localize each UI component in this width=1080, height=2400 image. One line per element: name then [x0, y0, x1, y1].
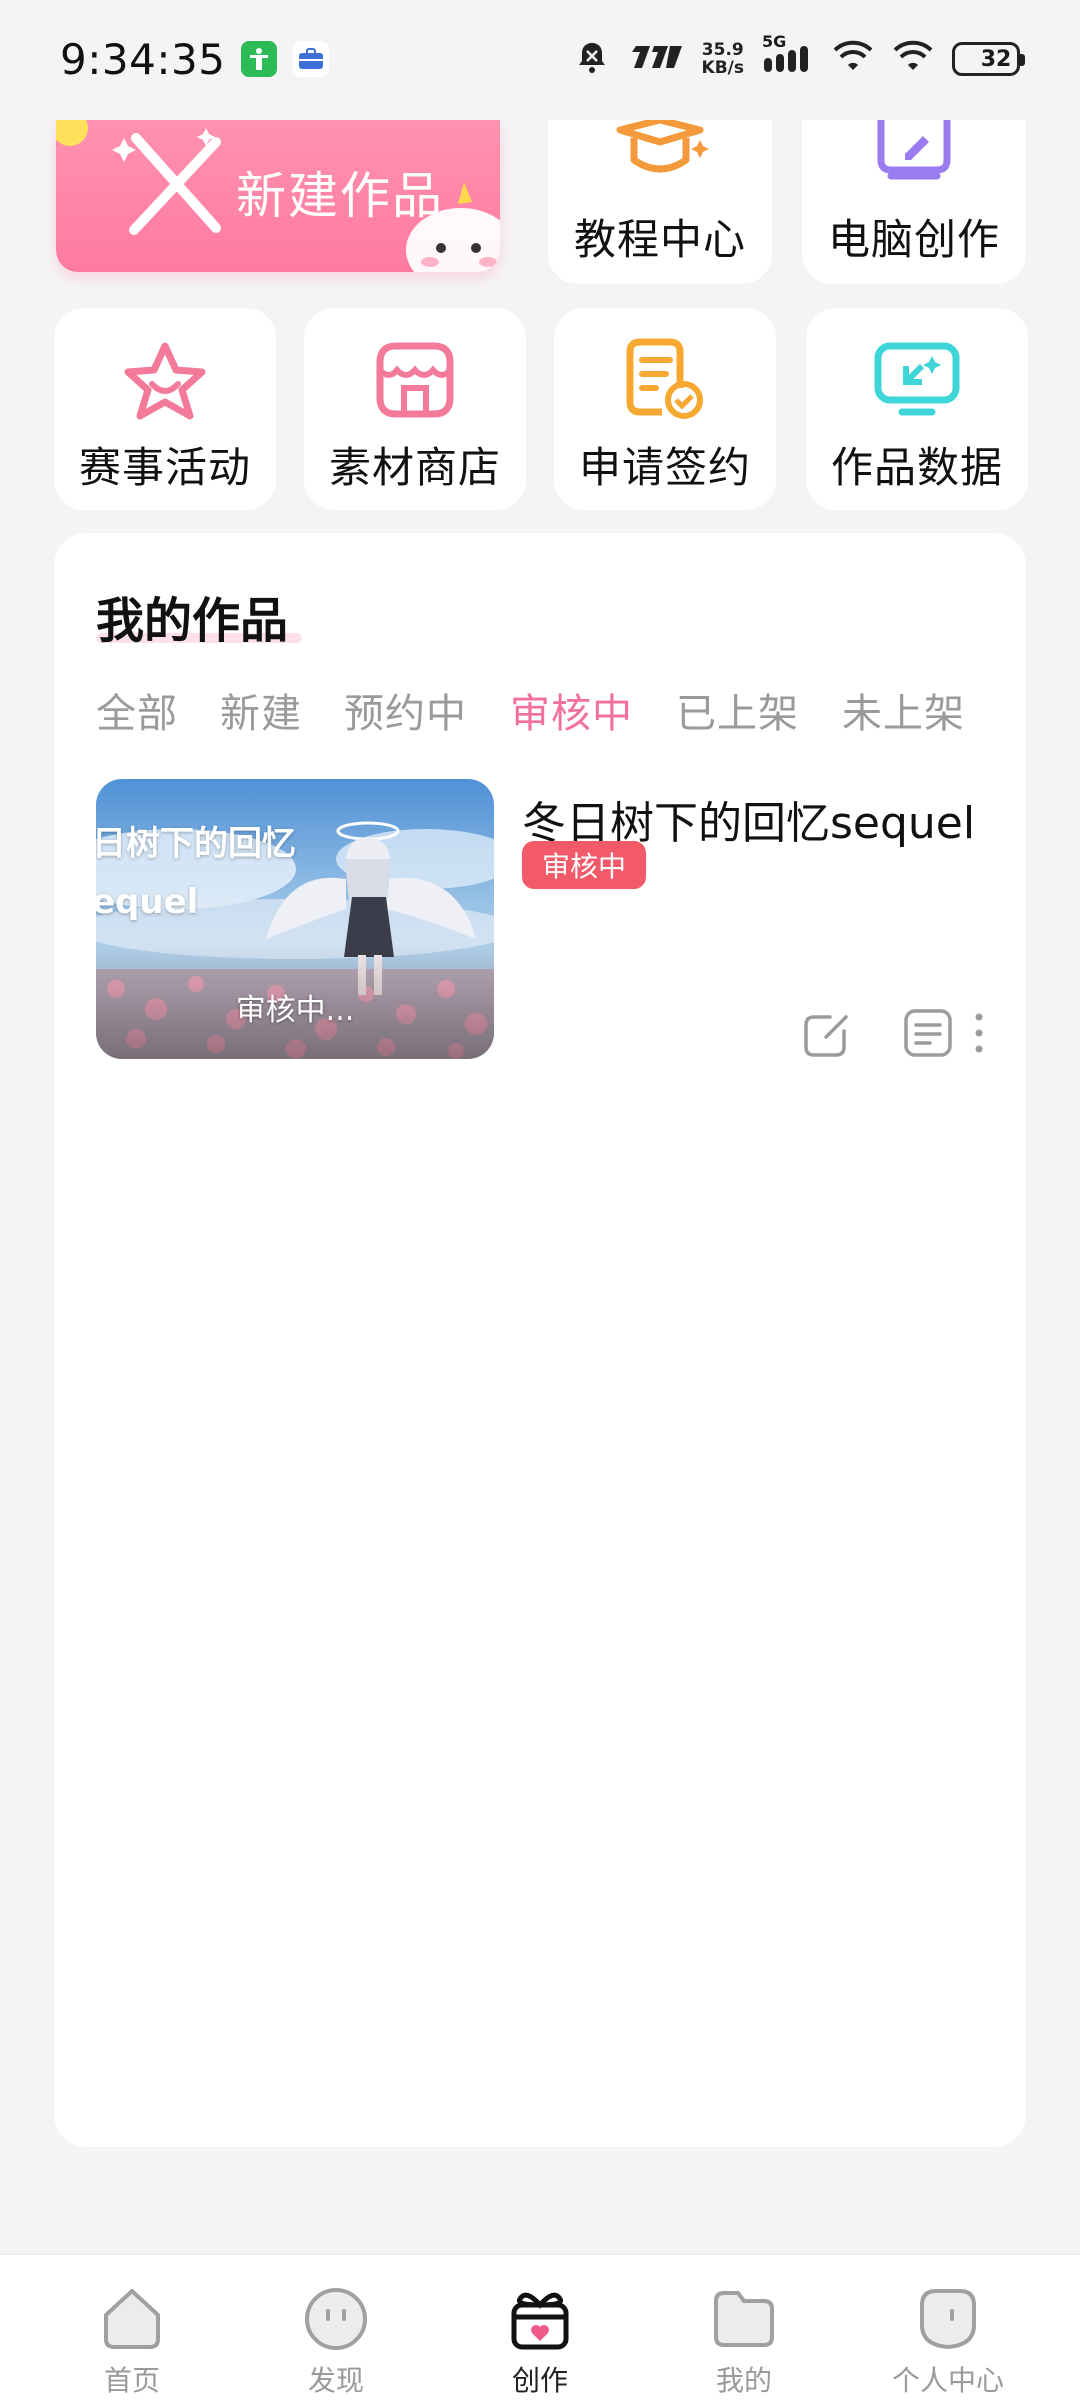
pc-create-button[interactable]: 电脑创作 [802, 120, 1026, 284]
tab-published[interactable]: 已上架 [676, 681, 799, 739]
nav-create[interactable]: 创作 [460, 2255, 620, 2400]
net-speed: 35.9 KB/s [702, 41, 744, 77]
work-item[interactable]: 日树下的回忆 equel 审核中... 冬日树下的回忆sequel 审核中 [96, 779, 984, 1061]
nav-profile[interactable]: 个人中心 [868, 2255, 1028, 2400]
briefcase-icon [293, 41, 330, 77]
analytics-screen-icon [872, 340, 962, 424]
details-list-icon[interactable] [902, 1007, 954, 1063]
tab-new[interactable]: 新建 [220, 681, 302, 739]
document-check-icon [620, 338, 710, 424]
tutorial-center-button[interactable]: 教程中心 [548, 116, 772, 284]
works-filter-tabs: 全部 新建 预约中 审核中 已上架 未上架 [96, 681, 984, 737]
my-works-title: 我的作品 [96, 593, 289, 649]
my-works-card: 我的作品 全部 新建 预约中 审核中 已上架 未上架 日树下的回忆 equel … [54, 533, 1026, 2147]
gift-icon [506, 2285, 574, 2357]
material-shop-button[interactable]: 素材商店 [304, 308, 526, 510]
tab-under-review[interactable]: 审核中 [510, 681, 633, 739]
discover-icon [302, 2285, 370, 2357]
more-options-icon[interactable] [972, 1007, 986, 1063]
shop-icon [370, 340, 460, 424]
wifi-secondary-icon [892, 40, 934, 78]
wifi-icon [832, 40, 874, 78]
battery-level: 32 [980, 46, 1012, 72]
battery-icon: 32 [952, 42, 1025, 76]
create-new-work-button[interactable]: 新建作品 [56, 120, 500, 272]
events-label: 赛事活动 [78, 443, 251, 492]
profile-icon [914, 2285, 982, 2357]
events-button[interactable]: 赛事活动 [54, 308, 276, 510]
material-shop-label: 素材商店 [328, 443, 501, 492]
nav-create-label: 创作 [511, 2364, 568, 2397]
nav-mine[interactable]: 我的 [664, 2255, 824, 2400]
monitor-pen-icon [869, 120, 959, 190]
create-page: 9:34:35 35.9 KB/s 5G 32 新建作品 教程中心 电脑创作 赛… [0, 0, 1080, 2400]
edit-icon[interactable] [802, 1007, 854, 1063]
nav-discover-label: 发现 [307, 2364, 364, 2397]
works-data-label: 作品数据 [830, 443, 1003, 492]
graduation-cap-icon [610, 116, 710, 190]
tab-unpublished[interactable]: 未上架 [842, 681, 965, 739]
signal-icon: 5G [762, 32, 814, 78]
tutorial-center-label: 教程中心 [573, 215, 746, 264]
speed-mode-icon [628, 42, 684, 76]
net-speed-unit: KB/s [701, 58, 744, 78]
works-data-button[interactable]: 作品数据 [806, 308, 1028, 510]
tab-all[interactable]: 全部 [96, 681, 178, 739]
bell-muted-icon [574, 39, 610, 79]
cover-title-overlay: 日树下的回忆 equel [96, 824, 296, 922]
status-time: 9:34:35 [60, 34, 226, 84]
star-icon [120, 340, 210, 424]
apply-contract-button[interactable]: 申请签约 [554, 308, 776, 510]
pc-create-label: 电脑创作 [827, 215, 1000, 264]
folder-icon [710, 2285, 778, 2357]
bottom-nav: 首页 发现 创作 我的 个人中心 [0, 2254, 1080, 2400]
tab-reserved[interactable]: 预约中 [344, 681, 467, 739]
nav-mine-label: 我的 [715, 2364, 772, 2397]
status-badge: 审核中 [522, 841, 647, 889]
nav-home[interactable]: 首页 [52, 2255, 212, 2400]
accessibility-icon [241, 41, 278, 77]
nav-profile-label: 个人中心 [891, 2364, 1004, 2397]
status-indicators: 35.9 KB/s 5G 32 [574, 32, 1025, 79]
nav-discover[interactable]: 发现 [256, 2255, 416, 2400]
work-cover-image[interactable]: 日树下的回忆 equel 审核中... [96, 779, 494, 1059]
cover-status-overlay: 审核中... [235, 993, 355, 1028]
nav-home-label: 首页 [103, 2364, 160, 2397]
create-new-work-label: 新建作品 [236, 167, 444, 225]
net-speed-value: 35.9 [701, 40, 744, 60]
status-bar: 9:34:35 35.9 KB/s 5G 32 [0, 0, 1080, 118]
home-icon [98, 2285, 166, 2357]
network-type: 5G [762, 32, 787, 51]
apply-contract-label: 申请签约 [578, 443, 751, 492]
